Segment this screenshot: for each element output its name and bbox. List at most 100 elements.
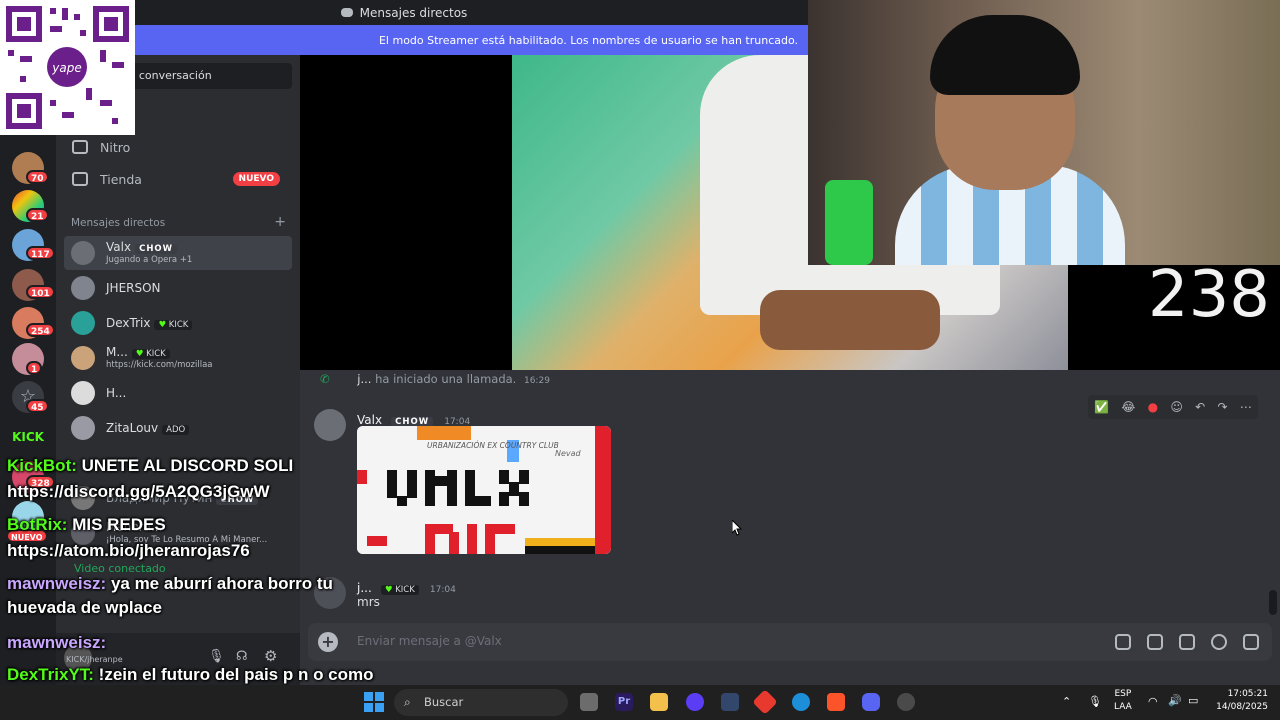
overlay-chat-line: mawnweisz: [7,633,106,653]
taskbar-search[interactable]: ⌕ Buscar [394,689,568,716]
unread-badge: 45 [26,399,49,413]
dm-name: Valx [106,240,132,254]
obs-icon[interactable] [897,693,915,711]
app-icon[interactable] [686,693,704,711]
mic-tray-icon[interactable]: 🎙 [1088,695,1102,708]
overlay-chat-line: KickBot: UNETE AL DISCORD SOLI [7,456,293,476]
activity-icon[interactable] [1243,634,1259,650]
layout-code: LAA [1114,702,1132,712]
dm-name: M... [106,345,128,359]
chat-scrollbar[interactable] [1269,590,1277,615]
window-title: Mensajes directos [359,5,468,20]
wifi-icon[interactable]: ◠ [1148,695,1158,708]
add-reaction-icon[interactable]: ☺ [1170,400,1183,414]
more-icon[interactable]: ⋯ [1240,400,1252,414]
avatar [71,346,95,370]
call-text: ha iniciado una llamada. [375,372,517,386]
headphones-icon[interactable]: ☊ [236,649,248,664]
dm-item-dextrix[interactable]: DexTrix ♥ KICK [64,306,292,340]
image-label: Nevad [555,449,582,458]
nav-nitro[interactable]: Nitro [64,132,292,162]
message-author[interactable]: j... [357,581,372,595]
brave-icon[interactable] [827,693,845,711]
svg-text:yape: yape [51,61,81,75]
dm-activity: Jugando a Opera +1 [106,255,193,265]
overlay-chat-text: UNETE AL DISCORD SOLI [81,456,294,475]
new-badge: NUEVO [232,172,280,186]
language-indicator[interactable]: ESP LAA [1114,688,1132,714]
message-image[interactable]: URBANIZACIÓN EX COUNTRY CLUB Nevad [357,426,611,554]
emoji-icon[interactable] [1211,634,1227,650]
qr-code-graphic: yape [6,6,129,129]
volume-icon[interactable]: 🔊 [1168,694,1182,707]
webcam-green-light [825,180,873,265]
avatar [71,311,95,335]
avatar [71,381,95,405]
clock[interactable]: 17:05:21 14/08/2025 [1216,688,1268,714]
nav-tienda[interactable]: Tienda NUEVO [64,164,292,194]
avatar[interactable] [314,409,346,441]
premiere-icon[interactable]: Pr [615,693,633,711]
overlay-chat-text: https://discord.gg/5A2QG3jGwW [7,482,270,501]
message-composer[interactable]: + Enviar mensaje a @Valx [308,623,1272,661]
windows-start-icon[interactable] [364,692,384,712]
dm-name: H... [106,386,127,400]
donation-qr-code: yape [0,0,135,135]
taskbar: ⌕ Buscar Pr ⌃ 🎙 ESP LAA ◠ 🔊 ▭ 17:05:21 1… [0,685,1280,720]
overlay-chat-line: huevada de wplace [7,598,162,618]
add-dm-icon[interactable]: + [274,215,286,229]
kick-server-icon[interactable]: KICK [10,421,46,453]
overlay-chat-line: BotRix: MIS REDES [7,515,166,535]
dm-item-h[interactable]: H... [64,376,292,410]
mic-icon[interactable]: 🎙 [208,649,225,664]
search-placeholder: Buscar [424,695,464,709]
overlay-chat-line: DexTrixYT: !zein el futuro del pais p n … [7,665,374,685]
viewer-count: 238 [1147,258,1270,332]
dm-item-jherson[interactable]: JHERSON [64,271,292,305]
dm-item-valx[interactable]: Valx CHOW Jugando a Opera +1 [64,236,292,270]
check-reaction-icon[interactable]: ✅ [1094,400,1109,414]
vpn-icon[interactable] [721,693,739,711]
add-attachment-icon[interactable]: + [318,632,338,652]
overlay-chat-text: MIS REDES [72,515,166,534]
battery-icon[interactable]: ▭ [1188,694,1198,707]
reply-icon[interactable]: ↶ [1195,400,1205,414]
composer-placeholder: Enviar mensaje a @Valx [357,634,502,648]
file-explorer-icon[interactable] [650,693,668,711]
shop-icon [72,172,88,186]
unread-badge: 254 [26,323,55,337]
overlay-chat-text: ya me aburrí ahora borro tu [110,574,333,593]
phone-icon: ✆ [320,372,330,386]
wplace-image: URBANIZACIÓN EX COUNTRY CLUB Nevad [357,426,611,554]
message-text: mrs [357,595,380,609]
app-icon[interactable] [752,689,778,715]
message-actions: ✅ 😂 ● ☺ ↶ ↷ ⋯ [1088,395,1258,419]
forward-icon[interactable]: ↷ [1218,400,1228,414]
task-view-icon[interactable] [580,693,598,711]
message-author[interactable]: Valx [357,413,382,427]
call-user[interactable]: j... [357,372,371,386]
message-header: j... ♥ KICK 17:04 [357,581,456,595]
gift-icon[interactable] [1115,634,1131,650]
dm-item-zitalouv[interactable]: ZitaLouv ADO [64,411,292,445]
overlay-chat-text: huevada de wplace [7,598,162,617]
dm-item-m[interactable]: M... ♥ KICK https://kick.com/mozillaa [64,341,292,375]
dm-name: ZitaLouv [106,421,159,435]
tray-chevron-icon[interactable]: ⌃ [1062,695,1071,708]
gif-icon[interactable] [1147,634,1163,650]
mouse-cursor-icon [732,520,742,536]
video-person-belly [760,290,940,350]
lang-code: ESP [1114,689,1132,699]
gear-icon[interactable]: ⚙ [264,647,277,665]
user-status: KICK/jheranpe [66,655,123,664]
overlay-chat-text: https://atom.bio/jheranrojas76 [7,541,250,560]
avatar [71,416,95,440]
laugh-reaction-icon[interactable]: 😂 [1121,400,1135,414]
discord-taskbar-icon[interactable] [862,693,880,711]
red-circle-reaction-icon[interactable]: ● [1148,400,1158,414]
overlay-chat-line: https://atom.bio/jheranrojas76 [7,541,250,561]
edge-icon[interactable] [792,693,810,711]
author-tag: KICK [395,585,415,595]
sticker-icon[interactable] [1179,634,1195,650]
dm-name: DexTrix [106,316,151,330]
